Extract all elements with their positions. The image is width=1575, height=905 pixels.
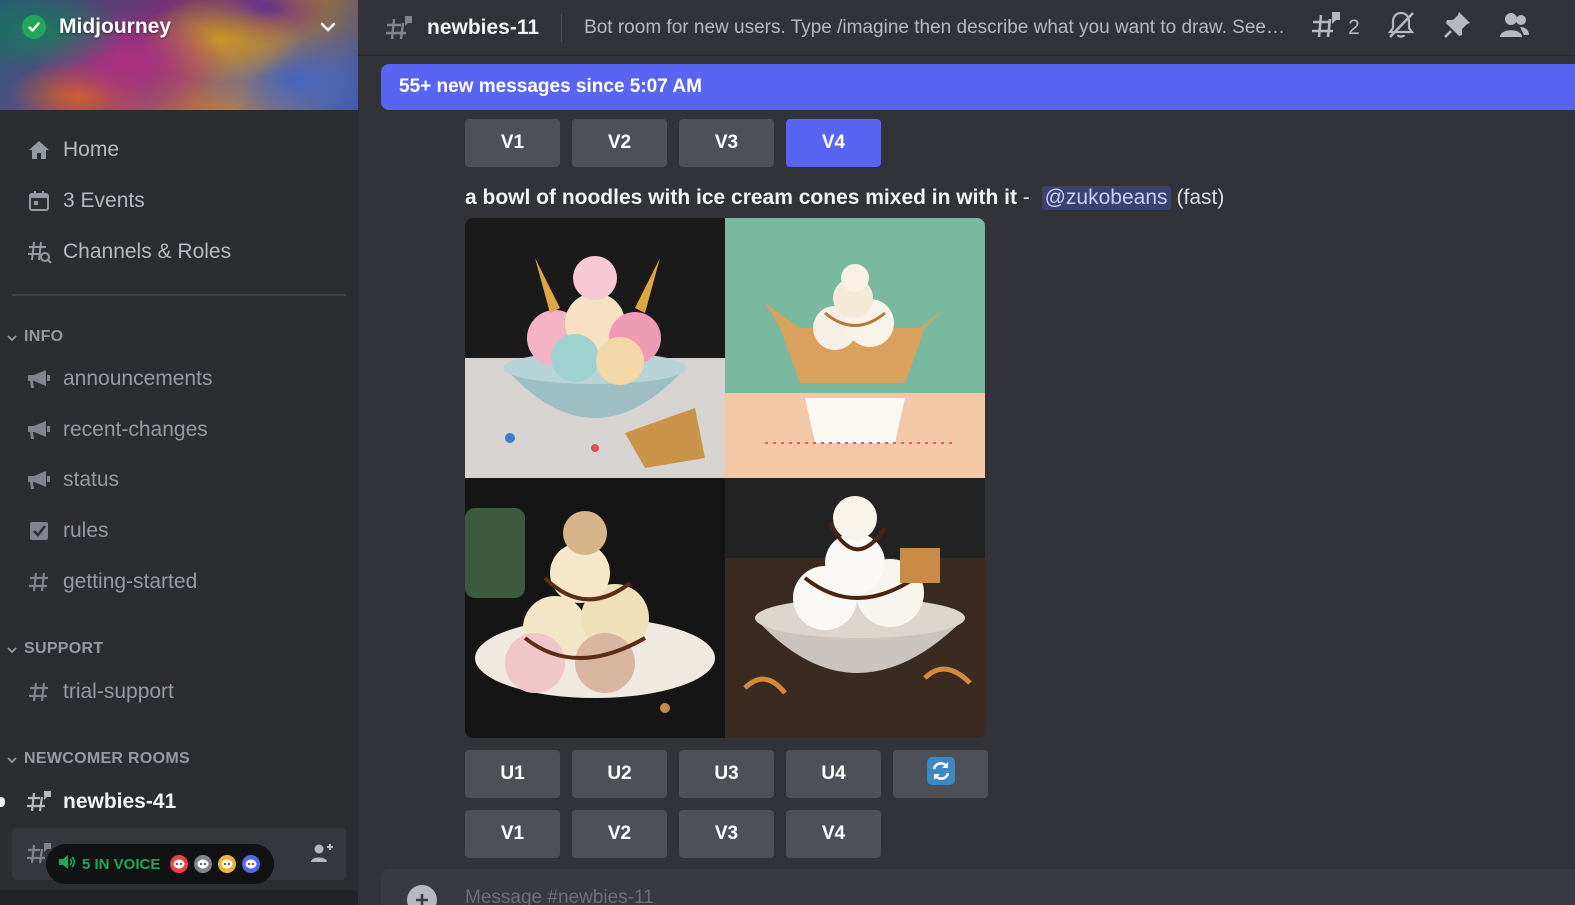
server-name: Midjourney <box>59 15 172 38</box>
home-icon <box>24 135 54 165</box>
category-newcomer-label: NEWCOMER ROOMS <box>24 750 190 767</box>
channel-getting-started[interactable]: getting-started <box>12 561 346 603</box>
voice-status-pill[interactable]: 5 IN VOICE <box>46 844 275 884</box>
server-header[interactable]: Midjourney <box>22 12 338 42</box>
category-info[interactable]: INFO <box>6 326 63 348</box>
member-list-button[interactable] <box>1498 12 1530 44</box>
v1-button[interactable]: V1 <box>465 119 560 167</box>
u4-button[interactable]: U4 <box>786 750 881 798</box>
channel-getting-started-label: getting-started <box>63 570 198 593</box>
hashtag-icon <box>24 677 54 707</box>
category-support-label: SUPPORT <box>24 640 104 657</box>
channel-trial-support-label: trial-support <box>63 680 174 703</box>
user-mention[interactable]: @zukobeans <box>1041 186 1171 210</box>
channel-recent-changes[interactable]: recent-changes <box>12 409 346 451</box>
rules-checkbox-icon <box>24 516 54 546</box>
u3-button[interactable]: U3 <box>679 750 774 798</box>
image-4[interactable] <box>725 478 985 738</box>
category-support[interactable]: SUPPORT <box>6 638 103 660</box>
channel-recent-changes-label: recent-changes <box>63 418 208 441</box>
channel-header: newbies-11 Bot room for new users. Type … <box>358 0 1575 56</box>
chevron-down-icon[interactable] <box>318 17 338 37</box>
pinned-messages-button[interactable] <box>1442 12 1472 44</box>
chevron-down-icon <box>6 331 18 343</box>
notification-settings-button[interactable] <box>1386 10 1416 45</box>
user-panel <box>0 890 358 905</box>
v1-button[interactable]: V1 <box>465 810 560 858</box>
channel-topic[interactable]: Bot room for new users. Type /imagine th… <box>584 17 1288 39</box>
message-input-placeholder[interactable]: Message #newbies-11 <box>465 887 654 905</box>
channel-sidebar: Midjourney Home 3 Events Channels & Role… <box>0 0 358 905</box>
message-composer[interactable]: Message #newbies-11 <box>381 869 1575 905</box>
threads-count: 2 <box>1348 15 1360 39</box>
category-newcomer-rooms[interactable]: NEWCOMER ROOMS <box>6 748 190 770</box>
v4-button-selected[interactable]: V4 <box>786 119 881 167</box>
v4-button[interactable]: V4 <box>786 810 881 858</box>
v2-button[interactable]: V2 <box>572 119 667 167</box>
v3-button[interactable]: V3 <box>679 119 774 167</box>
calendar-icon <box>24 186 54 216</box>
voice-avatar <box>192 853 215 875</box>
threads-button[interactable]: 2 <box>1310 12 1360 44</box>
thread-hashtag-icon <box>24 787 54 817</box>
add-user-icon[interactable] <box>310 842 334 869</box>
verified-check-icon <box>22 15 46 39</box>
category-info-label: INFO <box>24 328 64 345</box>
image-3[interactable] <box>465 478 725 738</box>
v3-button[interactable]: V3 <box>679 810 774 858</box>
sidebar-divider <box>12 294 346 296</box>
voice-count-label: 5 IN VOICE <box>82 855 161 873</box>
speaker-icon <box>58 854 76 875</box>
generation-mode: (fast) <box>1176 186 1225 209</box>
pin-icon <box>1442 10 1472 45</box>
thread-hashtag-icon <box>383 12 415 44</box>
header-divider <box>561 13 563 42</box>
voice-avatar <box>216 853 239 875</box>
channel-rules-label: rules <box>63 519 109 542</box>
v2-button[interactable]: V2 <box>572 810 667 858</box>
channel-announcements[interactable]: announcements <box>12 358 346 400</box>
channel-title: newbies-11 <box>427 15 540 39</box>
new-messages-text: 55+ new messages since 5:07 AM <box>399 76 702 97</box>
image-2[interactable] <box>725 218 985 478</box>
voice-avatar <box>240 853 263 875</box>
channel-browse-icon <box>24 237 54 267</box>
voice-avatar <box>168 853 191 875</box>
prompt-text: a bowl of noodles with ice cream cones m… <box>465 186 1017 209</box>
nav-events[interactable]: 3 Events <box>12 180 346 222</box>
channel-status-label: status <box>63 468 120 491</box>
new-messages-bar[interactable]: 55+ new messages since 5:07 AM <box>381 64 1575 110</box>
unread-indicator <box>0 797 5 807</box>
threads-icon <box>1310 10 1342 45</box>
channel-newbies-41[interactable]: newbies-41 <box>12 781 346 823</box>
attach-plus-icon[interactable] <box>407 885 437 905</box>
channel-newbies-41-label: newbies-41 <box>63 790 177 813</box>
members-icon <box>1498 10 1530 45</box>
bell-muted-icon <box>1386 10 1416 45</box>
chevron-down-icon <box>6 753 18 765</box>
nav-home[interactable]: Home <box>12 129 346 171</box>
prompt-separator: - <box>1016 186 1036 209</box>
hashtag-icon <box>24 567 54 597</box>
u1-button[interactable]: U1 <box>465 750 560 798</box>
header-toolbar: 2 <box>1310 10 1556 45</box>
channel-rules[interactable]: rules <box>12 510 346 552</box>
channel-status[interactable]: status <box>12 459 346 501</box>
announcement-icon <box>24 415 54 445</box>
refresh-icon <box>926 756 956 792</box>
image-1[interactable] <box>465 218 725 478</box>
channel-trial-support[interactable]: trial-support <box>12 671 346 713</box>
u2-button[interactable]: U2 <box>572 750 667 798</box>
nav-home-label: Home <box>63 138 120 161</box>
nav-channels-roles-label: Channels & Roles <box>63 240 232 263</box>
nav-channels-roles[interactable]: Channels & Roles <box>12 231 346 273</box>
reroll-button[interactable] <box>893 750 988 798</box>
announcement-icon <box>24 364 54 394</box>
chevron-down-icon <box>6 643 18 655</box>
announcement-icon <box>24 465 54 495</box>
image-grid[interactable] <box>465 218 985 738</box>
nav-events-label: 3 Events <box>63 189 145 212</box>
channel-announcements-label: announcements <box>63 367 213 390</box>
message-content: a bowl of noodles with ice cream cones m… <box>465 184 1224 212</box>
